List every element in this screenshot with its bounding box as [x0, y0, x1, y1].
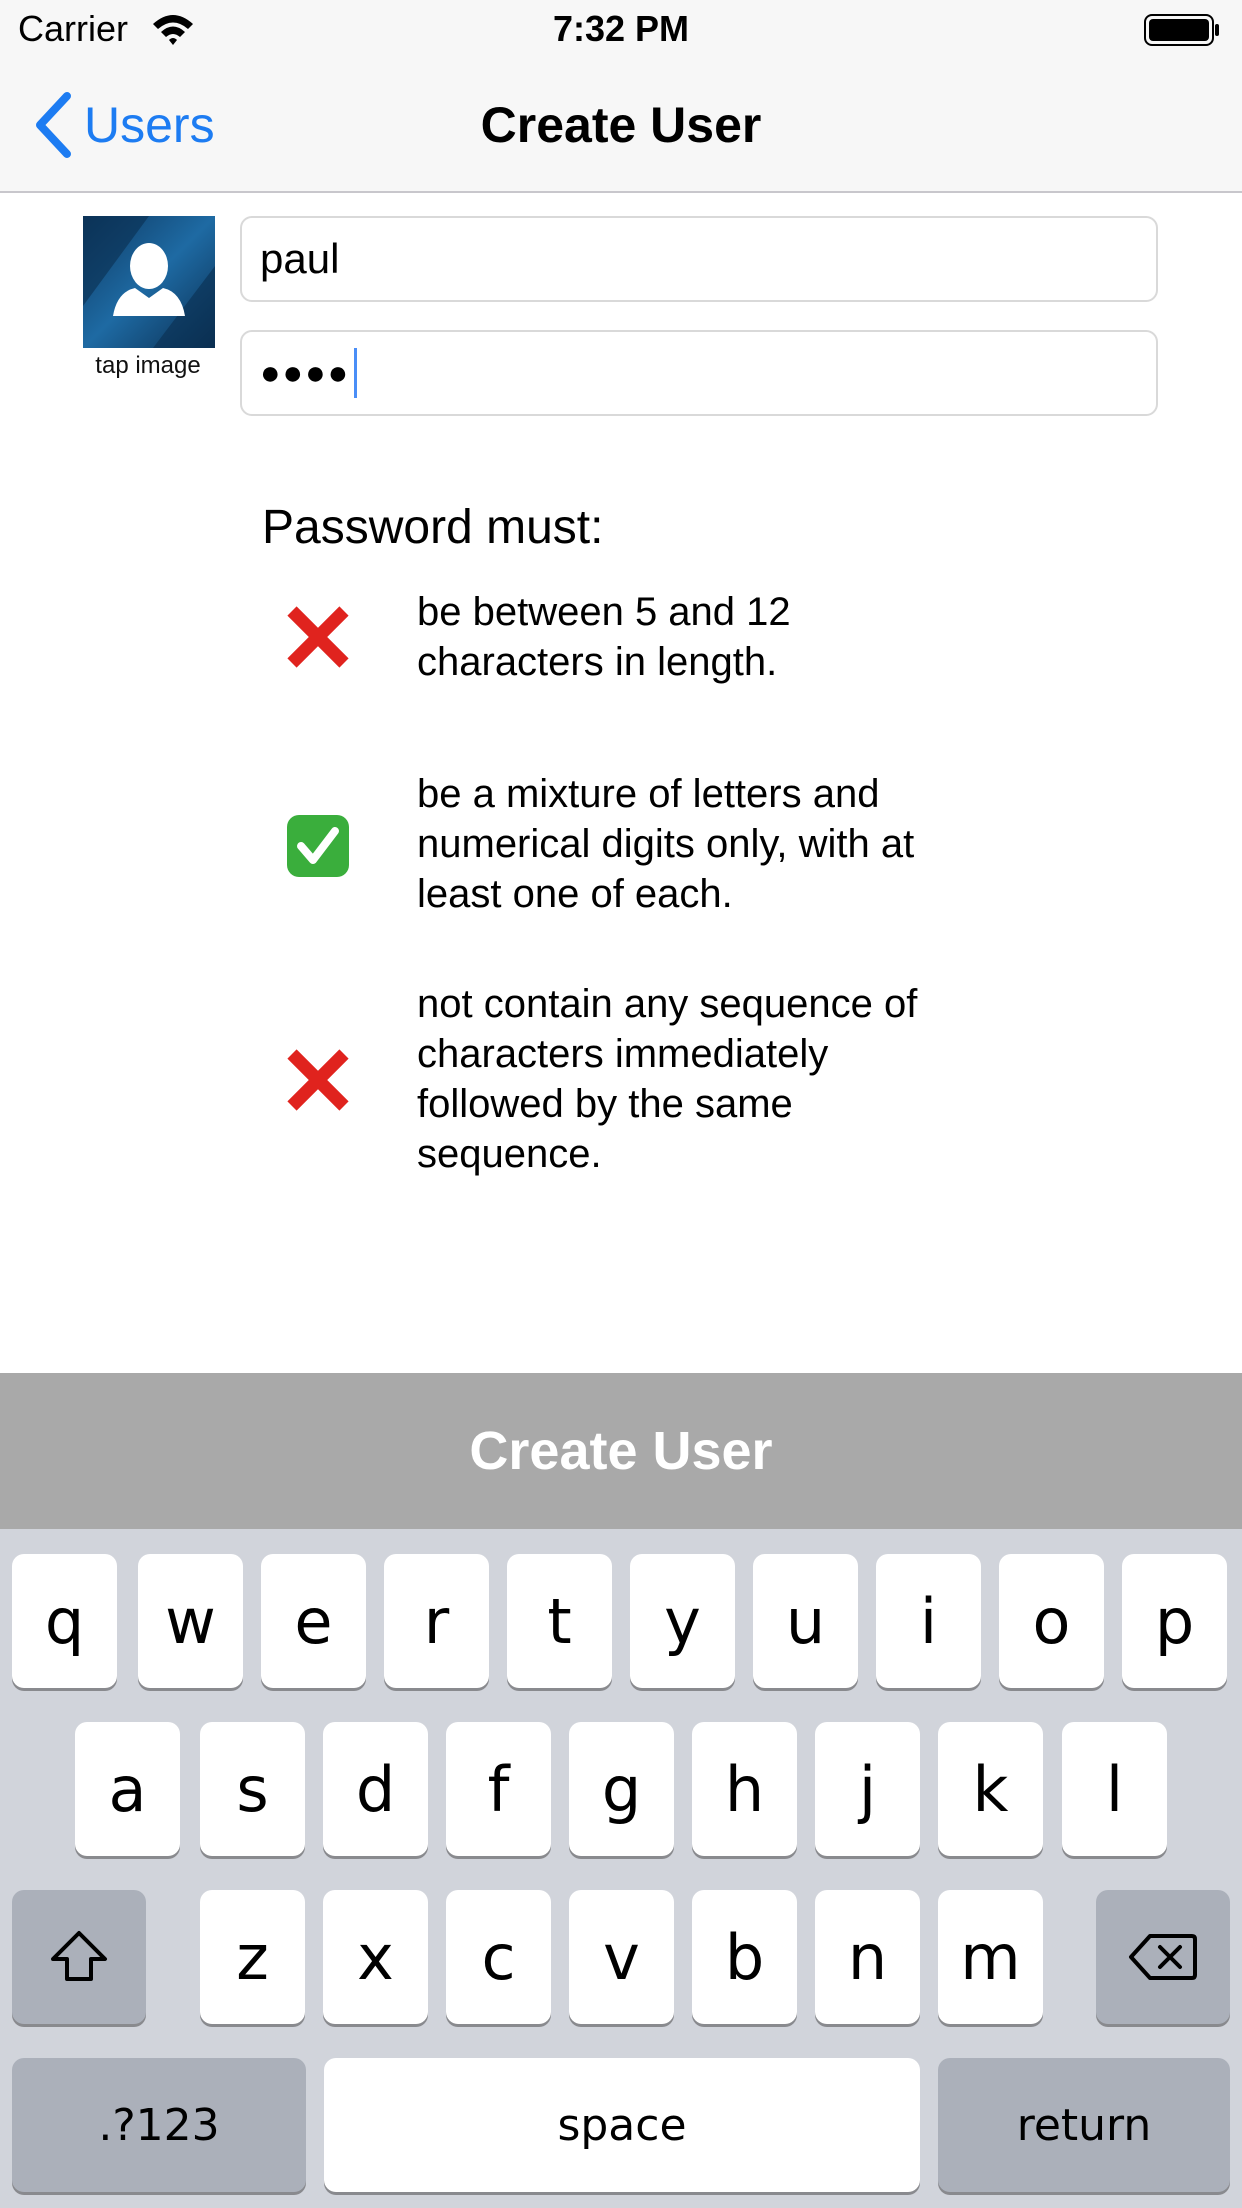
username-field[interactable]: paul [240, 216, 1158, 302]
rule-length-text: be between 5 and 12 characters in length… [417, 590, 791, 684]
key-t[interactable]: t [507, 1554, 612, 1688]
key-v[interactable]: v [569, 1890, 674, 2024]
avatar-caption: tap image [95, 352, 201, 379]
key-f[interactable]: f [446, 1722, 551, 1856]
shift-key[interactable] [12, 1890, 146, 2024]
key-b[interactable]: b [692, 1890, 797, 2024]
key-n[interactable]: n [815, 1890, 920, 2024]
battery-icon [1144, 14, 1219, 46]
key-h[interactable]: h [692, 1722, 797, 1856]
shift-arrow-icon [51, 1931, 107, 1981]
key-m[interactable]: m [938, 1890, 1043, 2024]
key-y[interactable]: y [630, 1554, 735, 1688]
rule-mixture-text: be a mixture of letters and numerical di… [417, 772, 915, 916]
key-p[interactable]: p [1122, 1554, 1227, 1688]
keyboard: q w e r t y u i o p a s d f g h j k l z … [0, 1529, 1242, 2208]
create-user-button[interactable]: Create User [0, 1373, 1242, 1529]
key-a[interactable]: a [75, 1722, 180, 1856]
key-w[interactable]: w [138, 1554, 243, 1688]
key-z[interactable]: z [200, 1890, 305, 2024]
key-k[interactable]: k [938, 1722, 1043, 1856]
password-value: ●●●● [260, 353, 351, 392]
key-e[interactable]: e [261, 1554, 366, 1688]
return-key[interactable]: return [938, 2058, 1230, 2192]
text-cursor [354, 348, 358, 398]
cross-mark-icon [287, 606, 349, 668]
create-user-button-label: Create User [469, 1421, 773, 1481]
backspace-icon [1129, 1934, 1197, 1980]
key-g[interactable]: g [569, 1722, 674, 1856]
key-u[interactable]: u [753, 1554, 858, 1688]
key-q[interactable]: q [12, 1554, 117, 1688]
username-value: paul [260, 235, 340, 282]
password-rules-heading: Password must: [262, 501, 604, 554]
rule-sequence-text: not contain any sequence of characters i… [417, 982, 918, 1176]
key-o[interactable]: o [999, 1554, 1104, 1688]
status-bar: Carrier 7:32 PM [0, 0, 1242, 60]
check-mark-icon [287, 815, 349, 877]
key-d[interactable]: d [323, 1722, 428, 1856]
password-field[interactable]: ●●●● [240, 330, 1158, 416]
space-key[interactable]: space [324, 2058, 920, 2192]
key-i[interactable]: i [876, 1554, 981, 1688]
key-s[interactable]: s [200, 1722, 305, 1856]
key-l[interactable]: l [1062, 1722, 1167, 1856]
key-x[interactable]: x [323, 1890, 428, 2024]
navigation-bar: Users Create User [0, 60, 1242, 193]
page-title: Create User [480, 97, 762, 153]
cross-mark-icon [287, 1049, 349, 1111]
key-j[interactable]: j [815, 1722, 920, 1856]
key-r[interactable]: r [384, 1554, 489, 1688]
user-silhouette-icon [83, 216, 215, 348]
key-c[interactable]: c [446, 1890, 551, 2024]
backspace-key[interactable] [1096, 1890, 1230, 2024]
status-time: 7:32 PM [552, 8, 690, 49]
avatar-image[interactable] [83, 216, 215, 348]
numbers-key[interactable]: .?123 [12, 2058, 306, 2192]
